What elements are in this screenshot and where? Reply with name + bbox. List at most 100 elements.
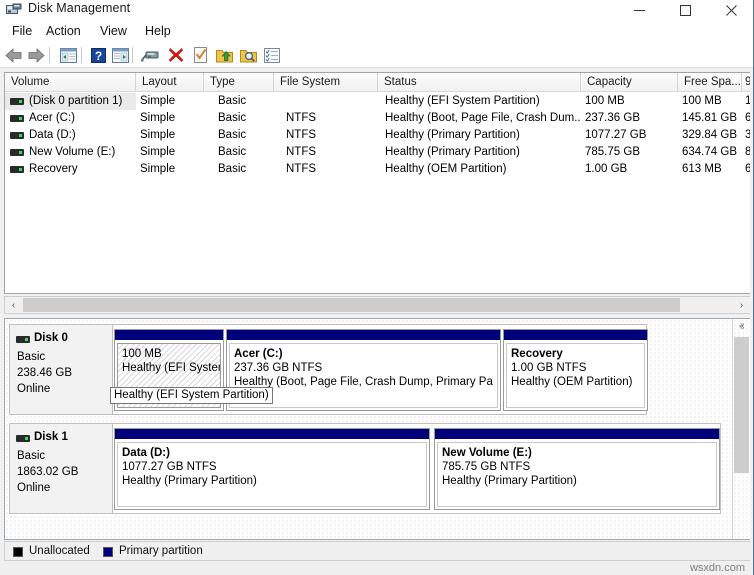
minimize-button[interactable] xyxy=(616,0,662,20)
partition-size: 1077.27 GB NTFS xyxy=(122,460,422,474)
cell-file-system: NTFS xyxy=(286,110,378,127)
delete-icon[interactable] xyxy=(166,45,186,65)
column-header-status[interactable]: Status xyxy=(378,73,581,92)
partition-data-d[interactable]: Data (D:) 1077.27 GB NTFS Healthy (Prima… xyxy=(114,428,430,510)
volume-icon xyxy=(10,132,24,139)
vertical-scrollbar[interactable]: ⱏ ⱟ xyxy=(732,319,750,539)
scrollbar-track[interactable] xyxy=(680,297,735,313)
column-header-capacity[interactable]: Capacity xyxy=(581,73,678,92)
cell-volume: Data (D:) xyxy=(5,127,136,144)
volume-icon xyxy=(10,149,24,156)
forward-icon[interactable] xyxy=(26,45,46,65)
show-action-pane-icon[interactable] xyxy=(110,45,130,65)
disk-type: Basic xyxy=(17,351,45,363)
cell-layout: Simple xyxy=(140,127,204,144)
disk-icon xyxy=(16,435,30,442)
scrollbar-thumb-vertical[interactable] xyxy=(734,337,749,473)
cell-layout: Simple xyxy=(140,161,204,178)
partition-size: 1.00 GB NTFS xyxy=(511,361,640,375)
new-folder-icon[interactable] xyxy=(214,45,234,65)
properties-icon[interactable] xyxy=(190,45,210,65)
cell-file-system: NTFS xyxy=(286,127,378,144)
table-row[interactable]: Data (D:) Simple Basic NTFS Healthy (Pri… xyxy=(5,127,750,144)
column-header-type[interactable]: Type xyxy=(204,73,274,92)
partition-body: Data (D:) 1077.27 GB NTFS Healthy (Prima… xyxy=(117,442,427,507)
toolbar-separator-2 xyxy=(81,47,82,63)
partition-status: Healthy (EFI System Partition) xyxy=(122,361,216,375)
toolbar: ? xyxy=(0,42,754,68)
table-row[interactable]: (Disk 0 partition 1) Simple Basic Health… xyxy=(5,93,750,110)
svg-text:?: ? xyxy=(94,49,101,63)
cell-volume: (Disk 0 partition 1) xyxy=(5,93,136,110)
horizontal-scrollbar[interactable]: ‹ › xyxy=(4,296,750,314)
scroll-up-arrow-icon[interactable]: ⱏ xyxy=(733,319,750,336)
cell-volume: Acer (C:) xyxy=(5,110,136,127)
scroll-right-arrow-icon[interactable]: › xyxy=(733,297,750,313)
disk-state: Online xyxy=(17,383,50,395)
disk-row-1[interactable]: Disk 1 Basic 1863.02 GB Online Data (D:)… xyxy=(9,423,721,514)
search-folder-icon[interactable] xyxy=(238,45,258,65)
rescan-disks-icon[interactable] xyxy=(140,45,160,65)
partition-new-volume-e[interactable]: New Volume (E:) 785.75 GB NTFS Healthy (… xyxy=(434,428,720,510)
table-row[interactable]: New Volume (E:) Simple Basic NTFS Health… xyxy=(5,144,750,161)
cell-file-system xyxy=(286,93,378,110)
disk-size: 1863.02 GB xyxy=(17,466,78,478)
legend-bar: Unallocated Primary partition xyxy=(4,541,750,561)
column-header-file-system[interactable]: File System xyxy=(274,73,378,92)
cell-type: Basic xyxy=(218,110,274,127)
partition-recovery[interactable]: Recovery 1.00 GB NTFS Healthy (OEM Parti… xyxy=(503,329,648,411)
table-row[interactable]: Acer (C:) Simple Basic NTFS Healthy (Boo… xyxy=(5,110,750,127)
column-header-percent-free[interactable]: 9 xyxy=(742,73,750,92)
volume-list[interactable]: Volume Layout Type File System Status Ca… xyxy=(4,72,750,294)
scrollbar-thumb[interactable] xyxy=(23,298,680,312)
menu-file[interactable]: File xyxy=(8,23,36,39)
column-header-layout[interactable]: Layout xyxy=(136,73,204,92)
cell-status: Healthy (Boot, Page File, Crash Dum... xyxy=(385,110,581,127)
scroll-down-arrow-icon[interactable]: ⱟ xyxy=(733,522,750,539)
cell-free-space: 613 MB xyxy=(682,161,742,178)
table-row[interactable]: Recovery Simple Basic NTFS Healthy (OEM … xyxy=(5,161,750,178)
partition-body: New Volume (E:) 785.75 GB NTFS Healthy (… xyxy=(437,442,717,507)
back-icon[interactable] xyxy=(4,45,24,65)
legend-swatch-primary-partition xyxy=(103,547,113,557)
list-properties-icon[interactable] xyxy=(262,45,282,65)
maximize-button[interactable] xyxy=(662,0,708,20)
disk-type: Basic xyxy=(17,450,45,462)
partition-title: New Volume (E:) xyxy=(442,446,712,460)
cell-capacity: 785.75 GB xyxy=(585,144,678,161)
close-button[interactable] xyxy=(708,0,754,20)
legend-label-unallocated: Unallocated xyxy=(29,545,90,557)
disk-graphic-view: Disk 0 Basic 238.46 GB Online 100 MB Hea… xyxy=(4,318,750,540)
bottom-strip xyxy=(0,562,754,575)
menu-help[interactable]: Help xyxy=(141,23,175,39)
disk-state: Online xyxy=(17,482,50,494)
menu-view[interactable]: View xyxy=(96,23,131,39)
cell-type: Basic xyxy=(218,127,274,144)
legend-swatch-unallocated xyxy=(13,547,23,557)
scroll-left-arrow-icon[interactable]: ‹ xyxy=(5,297,22,313)
partition-color-bar xyxy=(435,429,719,440)
column-header-free-space[interactable]: Free Spa... xyxy=(678,73,742,92)
disk-row-0[interactable]: Disk 0 Basic 238.46 GB Online 100 MB Hea… xyxy=(9,324,647,415)
partition-body: Recovery 1.00 GB NTFS Healthy (OEM Parti… xyxy=(506,343,645,408)
disk-info-0: Disk 0 Basic 238.46 GB Online xyxy=(10,325,113,414)
help-icon[interactable]: ? xyxy=(88,45,108,65)
show-hide-console-tree-icon[interactable] xyxy=(58,45,78,65)
partition-status: Healthy (OEM Partition) xyxy=(511,375,640,389)
cell-capacity: 1.00 GB xyxy=(585,161,678,178)
column-header-volume[interactable]: Volume xyxy=(5,73,136,92)
menu-action[interactable]: Action xyxy=(42,23,85,39)
cell-type: Basic xyxy=(218,161,274,178)
cell-free-space: 145.81 GB xyxy=(682,110,742,127)
window-title: Disk Management xyxy=(28,1,130,15)
title-bar: Disk Management xyxy=(0,0,754,20)
cell-volume: New Volume (E:) xyxy=(5,144,136,161)
legend-label-primary-partition: Primary partition xyxy=(119,545,203,557)
cell-status: Healthy (Primary Partition) xyxy=(385,127,581,144)
volume-icon xyxy=(10,98,24,105)
volume-icon xyxy=(10,115,24,122)
cell-free-space: 329.84 GB xyxy=(682,127,742,144)
cell-layout: Simple xyxy=(140,93,204,110)
cell-capacity: 237.36 GB xyxy=(585,110,678,127)
disk-name: Disk 0 xyxy=(34,332,68,344)
